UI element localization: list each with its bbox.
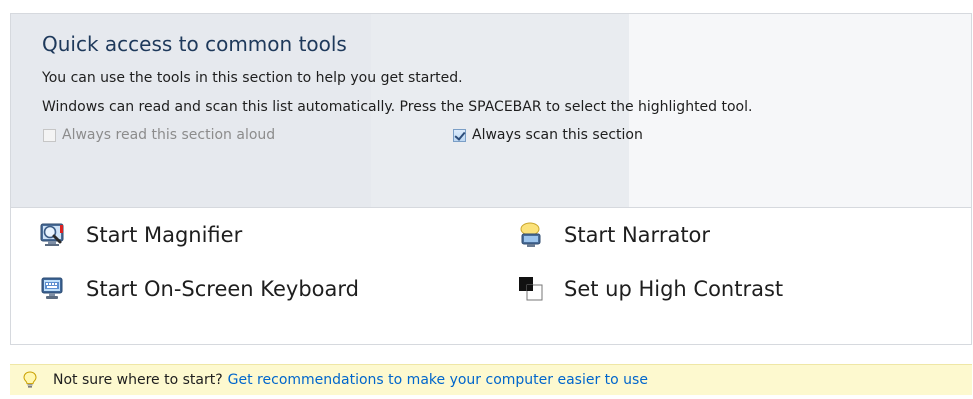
lightbulb-icon [23, 371, 37, 389]
scan-section: Quick access to common tools You can use… [11, 14, 971, 208]
set-up-high-contrast-label: Set up High Contrast [564, 277, 784, 301]
not-sure-text: Not sure where to start? [53, 372, 223, 388]
start-on-screen-keyboard-link[interactable]: Start On-Screen Keyboard [40, 276, 359, 302]
narrator-icon [518, 222, 544, 248]
recommendations-bar: Not sure where to start? Get recommendat… [10, 364, 972, 395]
magnifier-icon [40, 222, 66, 248]
section-title: Quick access to common tools [42, 32, 347, 56]
read-aloud-checkbox[interactable]: Always read this section aloud [43, 127, 275, 143]
section-description: You can use the tools in this section to… [42, 70, 463, 86]
start-magnifier-label: Start Magnifier [86, 223, 243, 247]
scan-section-label: Always scan this section [472, 127, 643, 143]
start-narrator-link[interactable]: Start Narrator [518, 222, 710, 248]
scan-section-checkbox[interactable]: Always scan this section [453, 127, 643, 143]
checkbox-unchecked-icon [43, 128, 56, 142]
get-recommendations-link[interactable]: Get recommendations to make your compute… [228, 372, 648, 388]
start-narrator-label: Start Narrator [564, 223, 711, 247]
start-on-screen-keyboard-label: Start On-Screen Keyboard [86, 277, 359, 301]
scan-instructions: Windows can read and scan this list auto… [42, 99, 753, 115]
read-aloud-label: Always read this section aloud [62, 127, 276, 143]
keyboard-icon [40, 276, 66, 302]
high-contrast-icon [518, 276, 544, 302]
checkbox-checked-icon [453, 128, 466, 142]
set-up-high-contrast-link[interactable]: Set up High Contrast [518, 276, 783, 302]
start-magnifier-link[interactable]: Start Magnifier [40, 222, 242, 248]
